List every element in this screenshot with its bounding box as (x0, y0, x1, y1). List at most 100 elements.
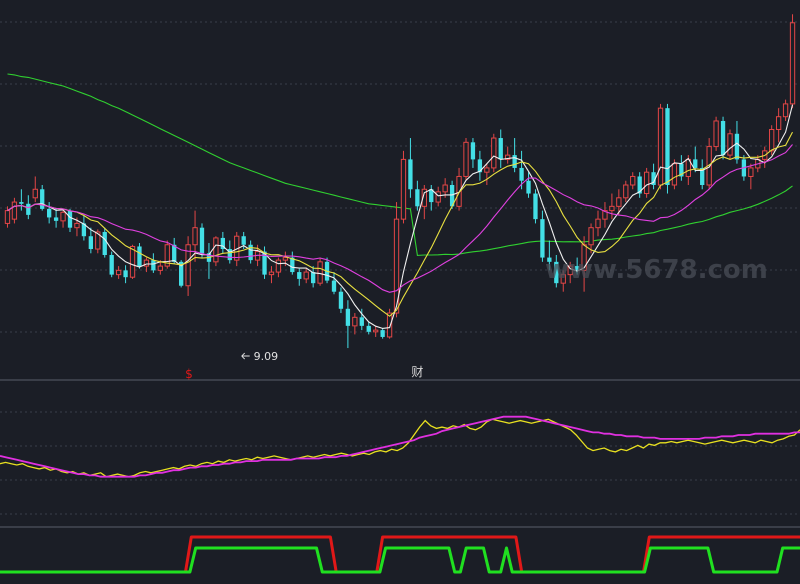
candle-body (199, 227, 205, 254)
candle (533, 189, 538, 224)
watermark: www.5678.com (545, 255, 768, 285)
candle (602, 202, 608, 228)
candle (172, 237, 177, 264)
candle-body (400, 158, 407, 220)
candle (206, 243, 212, 279)
candle-body (123, 270, 128, 278)
candle-body (720, 120, 726, 156)
candle (630, 172, 636, 190)
candle-body (151, 260, 156, 271)
candle (185, 236, 191, 296)
candle (526, 172, 531, 198)
candle-body (213, 237, 219, 263)
candle-body (616, 197, 622, 207)
candle-body (366, 325, 371, 332)
candle (657, 103, 664, 190)
candle (491, 133, 497, 173)
signal-line-1 (0, 546, 800, 574)
candle-body (282, 257, 289, 261)
candle-body (129, 245, 136, 278)
candle (297, 268, 302, 286)
candle-body (352, 316, 358, 327)
candle-body (297, 272, 302, 279)
chart-canvas: 9.09 $ 财 www.5678.com (0, 14, 800, 574)
candle-body (727, 133, 733, 156)
candle-body (512, 155, 517, 168)
candle-body (588, 227, 594, 246)
candle (137, 243, 142, 269)
candlesticks (4, 14, 796, 349)
candle (352, 313, 358, 335)
candle-body (748, 167, 754, 177)
candle (380, 328, 385, 339)
candle (435, 186, 441, 207)
candle (463, 138, 469, 181)
candle (47, 202, 52, 224)
candle (713, 116, 719, 151)
candle (789, 14, 796, 109)
candle-body (782, 103, 789, 118)
candle-body (789, 22, 796, 105)
candle (213, 236, 219, 267)
candle-body (623, 184, 629, 199)
candle (477, 150, 483, 181)
candle-body (435, 191, 441, 203)
candle-body (373, 329, 379, 333)
candle (275, 257, 282, 278)
candle (470, 138, 476, 168)
candle-body (345, 308, 351, 326)
low-price-label: 9.09 (254, 350, 279, 363)
candle (623, 180, 629, 203)
candle (762, 146, 768, 168)
candle (331, 272, 337, 295)
candle (775, 108, 782, 143)
candle (199, 223, 205, 258)
candle (651, 163, 656, 190)
candle-body (630, 175, 636, 186)
candle (345, 300, 351, 349)
candle-body (26, 203, 31, 215)
candle (268, 266, 275, 284)
candle (67, 208, 73, 232)
candle (373, 325, 379, 337)
candle (290, 251, 295, 275)
candle-body (491, 137, 497, 169)
candle-body (67, 210, 73, 228)
candle-body (53, 217, 59, 221)
candle-body (60, 211, 66, 222)
candle-body (693, 159, 698, 168)
candle (637, 172, 642, 198)
low-arrow (241, 352, 250, 360)
candle-body (275, 259, 282, 273)
candle-body (331, 280, 337, 292)
candle-body (311, 272, 316, 284)
candle (338, 287, 344, 314)
candle (109, 251, 114, 278)
candle (102, 227, 107, 258)
candle-body (11, 201, 18, 220)
candle-body (241, 236, 246, 245)
event-marker-finance: 财 (411, 365, 423, 379)
candle-body (665, 108, 670, 185)
candle (679, 155, 684, 181)
candle (643, 167, 650, 198)
candle (540, 210, 545, 262)
candle (164, 240, 170, 269)
signal-panel (0, 535, 800, 574)
candle-body (317, 261, 323, 284)
candle-body (540, 219, 545, 258)
candle (421, 185, 427, 220)
candle (60, 210, 66, 228)
candle (123, 265, 128, 284)
candle-body (137, 246, 142, 267)
candle (408, 138, 413, 198)
candle-body (671, 163, 678, 186)
candle-body (498, 138, 503, 160)
candle-body (102, 231, 107, 255)
candle (53, 208, 59, 228)
candle-body (769, 129, 775, 152)
candle (40, 185, 45, 211)
ma-line-5 (7, 104, 794, 329)
annotations: 9.09 $ 财 (185, 350, 423, 381)
candle-body (408, 159, 413, 190)
